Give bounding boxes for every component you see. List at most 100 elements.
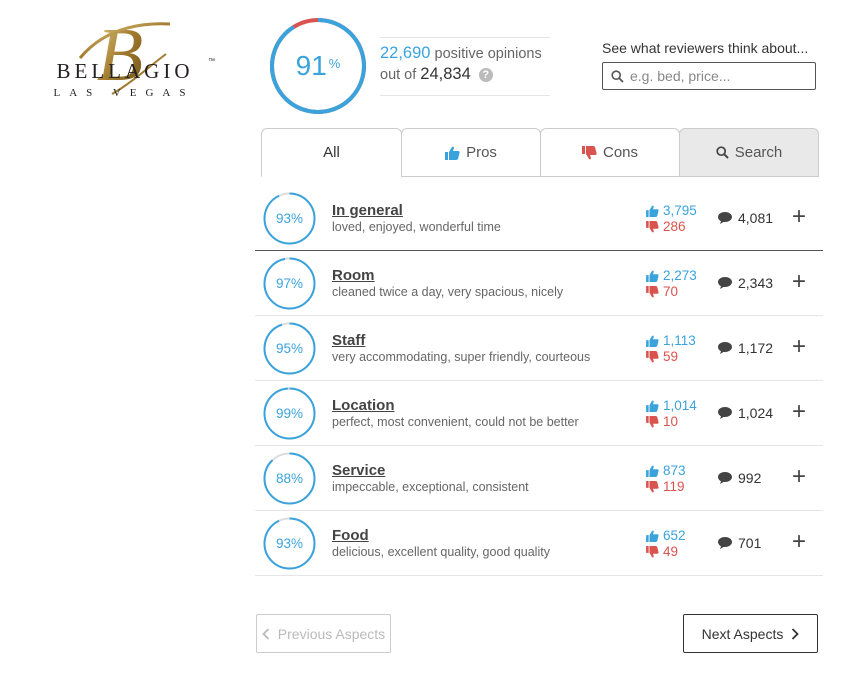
aspect-row[interactable]: 99% Location perfect, most convenient, c… — [255, 381, 823, 446]
comment-icon — [718, 407, 732, 419]
aspect-negative: 286 — [646, 219, 697, 235]
aspect-name-link[interactable]: Food — [332, 527, 369, 544]
overall-score-unit: % — [328, 55, 341, 71]
aspect-positive: 1,113 — [646, 333, 696, 349]
previous-aspects-button[interactable]: Previous Aspects — [256, 614, 391, 653]
aspect-name-link[interactable]: Service — [332, 462, 385, 479]
chevron-right-icon — [791, 627, 800, 640]
tab-search-label: Search — [734, 144, 783, 161]
aspect-tabs: All Pros Cons Search — [261, 128, 819, 177]
aspect-description: impeccable, exceptional, consistent — [332, 480, 529, 494]
review-search-label: See what reviewers think about... — [602, 40, 809, 56]
aspect-negative-count: 286 — [663, 219, 686, 234]
aspect-mentions-count: 2,343 — [738, 275, 774, 291]
aspect-description: delicious, excellent quality, good quali… — [332, 545, 550, 559]
aspect-score-ring: 88% — [263, 452, 316, 505]
aspect-row[interactable]: 88% Service impeccable, exceptional, con… — [255, 446, 823, 511]
aspect-description: perfect, most convenient, could not be b… — [332, 415, 579, 429]
aspect-mentions: 1,172 — [718, 340, 773, 356]
thumbs-down-icon — [646, 481, 659, 493]
aspect-negative: 10 — [646, 414, 697, 430]
aspect-row[interactable]: 93% Food delicious, excellent quality, g… — [255, 511, 823, 576]
aspect-score-value: 95% — [275, 341, 304, 356]
total-count: 24,834 — [420, 65, 471, 83]
aspect-votes: 3,795 286 — [646, 203, 697, 235]
aspect-score-value: 97% — [275, 276, 304, 291]
search-icon — [611, 69, 624, 83]
comment-icon — [718, 472, 732, 484]
aspect-positive: 1,014 — [646, 398, 697, 414]
tabs-divider — [401, 176, 819, 177]
thumbs-up-icon — [646, 465, 659, 477]
aspect-score-ring: 99% — [263, 387, 316, 440]
comment-icon — [718, 277, 732, 289]
aspect-score-value: 99% — [275, 406, 304, 421]
aspect-mentions-count: 701 — [738, 535, 762, 551]
expand-plus-icon[interactable]: + — [789, 400, 809, 424]
aspect-positive: 873 — [646, 463, 686, 479]
aspect-name-link[interactable]: Room — [332, 267, 375, 284]
aspect-negative: 49 — [646, 544, 686, 560]
tab-cons[interactable]: Cons — [540, 128, 680, 177]
aspect-name-link[interactable]: In general — [332, 202, 403, 219]
aspect-mentions: 2,343 — [718, 275, 773, 291]
aspect-row[interactable]: 97% Room cleaned twice a day, very spaci… — [255, 251, 823, 316]
next-aspects-button[interactable]: Next Aspects — [683, 614, 818, 653]
review-search-box[interactable] — [602, 62, 816, 90]
tab-pros-label: Pros — [466, 144, 497, 161]
overall-score-value: 91 — [295, 50, 327, 81]
tab-search[interactable]: Search — [679, 128, 819, 177]
aspect-score-ring: 93% — [263, 517, 316, 570]
aspect-positive-count: 2,273 — [663, 268, 697, 283]
aspect-votes: 1,014 10 — [646, 398, 697, 430]
next-aspects-label: Next Aspects — [701, 625, 784, 642]
comment-icon — [718, 537, 732, 549]
aspect-mentions: 992 — [718, 470, 761, 486]
aspect-votes: 652 49 — [646, 528, 686, 560]
logo-trademark: ™ — [208, 58, 215, 65]
aspect-negative-count: 119 — [663, 479, 685, 494]
aspect-score-ring: 95% — [263, 322, 316, 375]
aspect-score-value: 88% — [275, 471, 304, 486]
tab-all[interactable]: All — [261, 128, 402, 177]
thumbs-down-icon — [646, 546, 659, 558]
aspect-mentions-count: 4,081 — [738, 210, 774, 226]
aspect-votes: 873 119 — [646, 463, 686, 495]
aspect-score-ring: 97% — [263, 257, 316, 310]
aspect-row[interactable]: 95% Staff very accommodating, super frie… — [255, 316, 823, 381]
opinions-summary: 22,690 positive opinions out of 24,834 ? — [380, 37, 550, 96]
review-search-input[interactable] — [630, 68, 810, 84]
chevron-left-icon — [262, 627, 270, 640]
aspect-positive-count: 873 — [663, 463, 686, 478]
aspect-name-link[interactable]: Staff — [332, 332, 365, 349]
aspect-description: loved, enjoyed, wonderful time — [332, 220, 501, 234]
comment-icon — [718, 342, 732, 354]
aspect-name-link[interactable]: Location — [332, 397, 395, 414]
aspect-mentions: 701 — [718, 535, 761, 551]
tab-all-label: All — [323, 144, 340, 161]
review-search: See what reviewers think about... — [602, 40, 816, 90]
thumbs-up-icon — [445, 146, 460, 160]
thumbs-up-icon — [646, 335, 659, 347]
aspect-votes: 1,113 59 — [646, 333, 696, 365]
out-of-text: out of — [380, 66, 417, 83]
aspect-positive-count: 652 — [663, 528, 686, 543]
aspect-score-ring: 93% — [263, 192, 316, 245]
bellagio-logo: B BELLAGIO ™ LAS VEGAS — [30, 14, 220, 104]
aspect-positive-count: 1,113 — [663, 333, 696, 348]
aspect-row[interactable]: 93% In general loved, enjoyed, wonderful… — [255, 186, 823, 251]
aspect-score-value: 93% — [275, 211, 304, 226]
positive-count: 22,690 — [380, 44, 431, 62]
expand-plus-icon[interactable]: + — [789, 530, 809, 554]
comment-icon — [718, 212, 732, 224]
aspect-negative-count: 10 — [663, 414, 679, 429]
logo-brand-text: BELLAGIO — [56, 59, 194, 83]
aspect-description: very accommodating, super friendly, cour… — [332, 350, 591, 364]
expand-plus-icon[interactable]: + — [789, 465, 809, 489]
aspect-positive: 3,795 — [646, 203, 697, 219]
tab-pros[interactable]: Pros — [401, 128, 541, 177]
expand-plus-icon[interactable]: + — [789, 205, 809, 229]
help-icon[interactable]: ? — [478, 67, 493, 82]
expand-plus-icon[interactable]: + — [789, 335, 809, 359]
expand-plus-icon[interactable]: + — [789, 270, 809, 294]
